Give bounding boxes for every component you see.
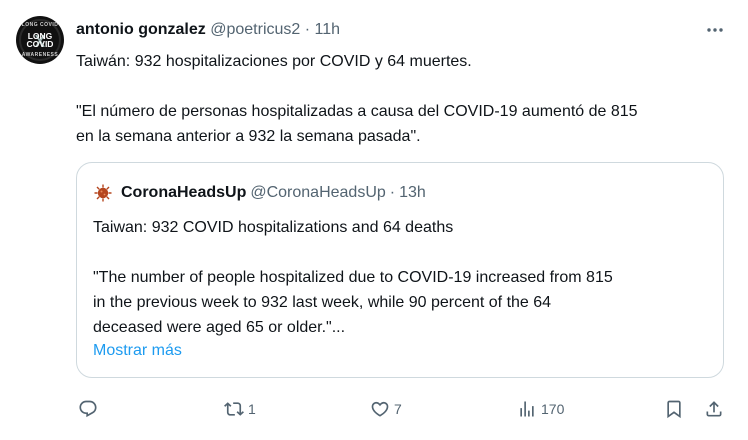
tweet-text-line: "El número de personas hospitalizadas a …	[76, 103, 638, 120]
retweet-count: 1	[248, 401, 256, 417]
retweet-button[interactable]: 1	[224, 394, 256, 424]
like-count: 7	[394, 401, 402, 417]
views-count: 170	[541, 401, 565, 417]
quoted-tweet-text: Taiwan: 932 COVID hospitalizations and 6…	[93, 215, 713, 340]
avatar-logo-text: LONG COVID	[26, 31, 54, 49]
author-name[interactable]: antonio gonzalez	[76, 21, 206, 38]
avatar-bottom-text: AWARENESS	[21, 52, 59, 58]
share-icon	[706, 401, 722, 417]
tweet-header: antonio gonzalez @poetricus2 · 11h	[76, 20, 688, 40]
header-separator: ·	[304, 21, 311, 38]
tweet-text: Taiwán: 932 hospitalizaciones por COVID …	[76, 49, 726, 149]
more-options-button[interactable]	[704, 20, 726, 40]
bookmark-button[interactable]	[664, 394, 684, 424]
quoted-tweet-header: CoronaHeadsUp @CoronaHeadsUp · 13h	[93, 183, 707, 203]
heart-icon	[371, 401, 389, 417]
more-horizontal-icon	[707, 28, 723, 32]
quoted-text-line: deceased were aged 65 or older."...	[93, 319, 346, 336]
share-button[interactable]	[704, 394, 724, 424]
show-more-link[interactable]: Mostrar más	[93, 340, 182, 362]
tweet-time[interactable]: 11h	[315, 21, 341, 38]
action-bar: 1 7 170	[76, 394, 726, 424]
quoted-author-handle[interactable]: @CoronaHeadsUp	[250, 183, 385, 203]
avatar-top-text: LONG COVID	[21, 22, 59, 28]
retweet-icon	[224, 402, 244, 416]
virus-icon	[94, 184, 112, 202]
quoted-text-line: Taiwan: 932 COVID hospitalizations and 6…	[93, 219, 454, 236]
quoted-header-separator: ·	[389, 184, 396, 201]
tweet-text-line: Taiwán: 932 hospitalizaciones por COVID …	[76, 53, 472, 70]
tweet[interactable]: LONG COVID LONG COVID AWARENESS antonio …	[0, 0, 748, 440]
views-button[interactable]: 170	[517, 394, 564, 424]
author-avatar[interactable]: LONG COVID LONG COVID AWARENESS	[16, 16, 64, 64]
like-button[interactable]: 7	[370, 394, 402, 424]
author-handle[interactable]: @poetricus2	[210, 21, 300, 38]
quoted-text-line: in the previous week to 932 last week, w…	[93, 294, 552, 311]
reply-icon	[79, 400, 97, 418]
tweet-text-line: en la semana anterior a 932 la semana pa…	[76, 128, 421, 145]
quoted-text-line: "The number of people hospitalized due t…	[93, 269, 613, 286]
bookmark-icon	[667, 400, 681, 419]
quoted-tweet-time[interactable]: 13h	[399, 183, 426, 203]
analytics-icon	[520, 401, 534, 417]
quoted-tweet-card[interactable]: CoronaHeadsUp @CoronaHeadsUp · 13h Taiwa…	[76, 162, 724, 378]
reply-button[interactable]	[78, 394, 102, 424]
quoted-author-name[interactable]: CoronaHeadsUp	[121, 183, 246, 203]
